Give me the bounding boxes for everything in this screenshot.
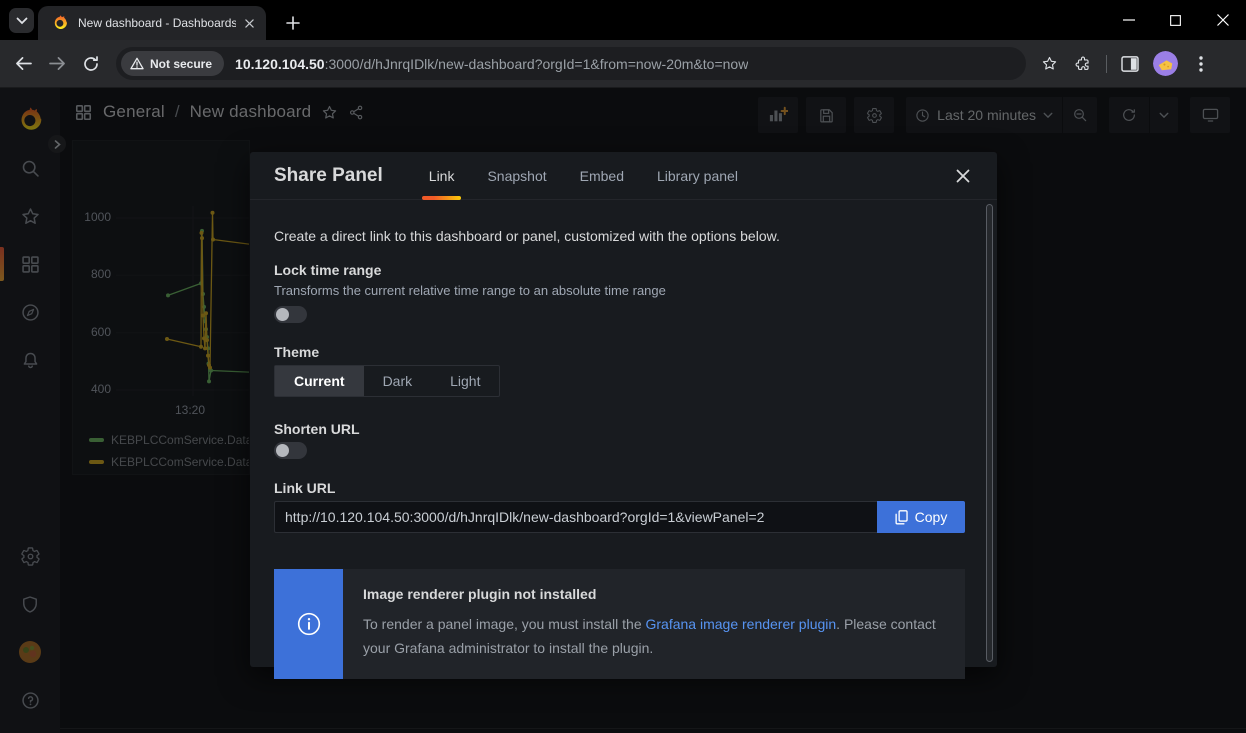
tab-embed[interactable]: Embed — [580, 152, 624, 200]
clipboard-icon — [895, 510, 908, 525]
info-icon — [296, 611, 322, 637]
share-panel-modal: Share Panel Link Snapshot Embed Library … — [250, 152, 997, 667]
copy-button[interactable]: Copy — [877, 501, 965, 533]
arrow-left-icon — [15, 56, 32, 71]
alert-title: Image renderer plugin not installed — [363, 586, 945, 602]
window-minimize-button[interactable] — [1105, 0, 1152, 40]
side-panel-button[interactable] — [1113, 47, 1147, 81]
not-secure-chip[interactable]: Not secure — [121, 51, 224, 76]
link-url-input[interactable] — [274, 501, 877, 533]
grafana-favicon-icon — [52, 15, 68, 31]
plus-icon — [286, 16, 300, 30]
alert-body: Image renderer plugin not installed To r… — [343, 569, 965, 679]
alert-text: To render a panel image, you must instal… — [363, 612, 945, 660]
theme-button-group: Current Dark Light — [274, 365, 500, 397]
toggle-knob — [276, 308, 289, 321]
browser-reload-button[interactable] — [74, 47, 108, 81]
browser-profile-avatar[interactable] — [1153, 51, 1178, 76]
star-icon — [1041, 55, 1058, 72]
link-url-label: Link URL — [274, 480, 965, 496]
modal-tabs: Link Snapshot Embed Library panel — [429, 152, 738, 200]
url-host: 10.120.104.50 — [235, 56, 325, 72]
toolbar-separator — [1106, 55, 1107, 73]
link-url-row: Copy — [274, 501, 965, 533]
close-icon — [956, 169, 970, 183]
tab-snapshot[interactable]: Snapshot — [487, 152, 546, 200]
shorten-url-toggle[interactable] — [274, 442, 307, 459]
warning-icon — [130, 57, 144, 70]
chevron-down-icon — [16, 17, 28, 25]
browser-menu-button[interactable] — [1184, 47, 1218, 81]
window-maximize-button[interactable] — [1152, 0, 1199, 40]
renderer-plugin-link[interactable]: Grafana image renderer plugin — [646, 616, 837, 632]
bookmark-button[interactable] — [1032, 47, 1066, 81]
tab-search-button[interactable] — [9, 8, 34, 33]
lock-time-range-toggle[interactable] — [274, 306, 307, 323]
modal-close-button[interactable] — [949, 162, 977, 190]
share-description: Create a direct link to this dashboard o… — [274, 228, 965, 244]
modal-header: Share Panel Link Snapshot Embed Library … — [250, 152, 997, 200]
screen: New dashboard - Dashboards - Not s — [0, 0, 1246, 733]
new-tab-button[interactable] — [280, 10, 306, 36]
copy-button-label: Copy — [915, 509, 948, 525]
alert-text-before: To render a panel image, you must instal… — [363, 616, 646, 632]
arrow-right-icon — [49, 56, 66, 71]
modal-title: Share Panel — [274, 165, 383, 187]
extensions-button[interactable] — [1066, 47, 1100, 81]
url-path: :3000/d/hJnrqIDlk/new-dashboard?orgId=1&… — [325, 56, 749, 72]
browser-back-button[interactable] — [6, 47, 40, 81]
puzzle-icon — [1074, 55, 1092, 73]
address-bar[interactable]: Not secure 10.120.104.50:3000/d/hJnrqIDl… — [116, 47, 1026, 80]
tab-title: New dashboard - Dashboards - — [78, 16, 236, 30]
close-icon — [1217, 14, 1229, 26]
active-tab-underline — [422, 196, 462, 200]
toggle-knob — [276, 444, 289, 457]
lock-time-range-label: Lock time range — [274, 262, 965, 278]
browser-toolbar: Not secure 10.120.104.50:3000/d/hJnrqIDl… — [0, 40, 1246, 88]
lock-time-range-description: Transforms the current relative time ran… — [274, 283, 965, 298]
alert-icon-column — [274, 569, 343, 679]
browser-forward-button[interactable] — [40, 47, 74, 81]
theme-option-light[interactable]: Light — [431, 366, 499, 396]
reload-icon — [83, 56, 99, 72]
tab-close-icon[interactable] — [240, 14, 258, 32]
tab-link[interactable]: Link — [429, 152, 455, 200]
url-text: 10.120.104.50:3000/d/hJnrqIDlk/new-dashb… — [235, 56, 748, 72]
side-panel-icon — [1121, 56, 1139, 72]
kebab-menu-icon — [1199, 56, 1203, 72]
maximize-icon — [1170, 15, 1181, 26]
security-chip-label: Not secure — [150, 57, 212, 71]
theme-option-current[interactable]: Current — [275, 366, 364, 396]
minimize-icon — [1123, 14, 1135, 26]
browser-tab[interactable]: New dashboard - Dashboards - — [38, 6, 266, 40]
modal-body: Create a direct link to this dashboard o… — [250, 200, 997, 679]
theme-option-dark[interactable]: Dark — [364, 366, 432, 396]
browser-tabstrip: New dashboard - Dashboards - — [0, 0, 1246, 40]
modal-scrollbar[interactable] — [986, 204, 993, 662]
renderer-alert: Image renderer plugin not installed To r… — [274, 569, 965, 679]
tab-library-panel[interactable]: Library panel — [657, 152, 738, 200]
window-close-button[interactable] — [1199, 0, 1246, 40]
theme-label: Theme — [274, 344, 965, 360]
shorten-url-label: Shorten URL — [274, 421, 965, 437]
